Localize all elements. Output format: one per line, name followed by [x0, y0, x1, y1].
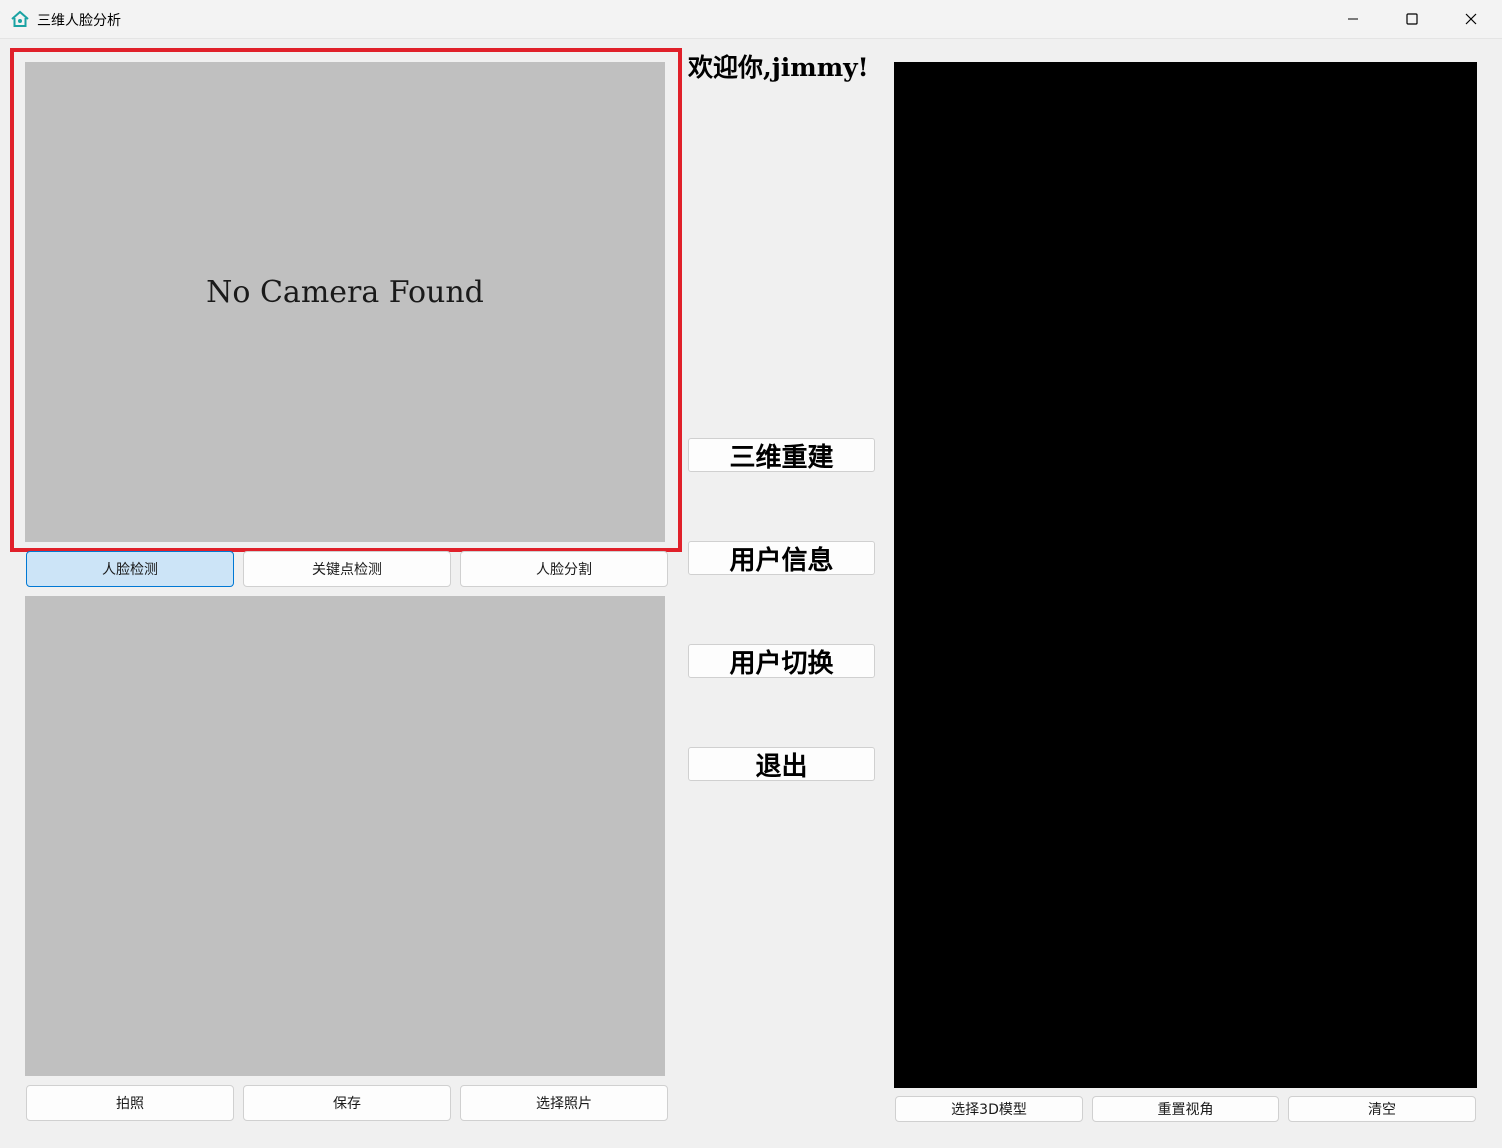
maximize-icon [1406, 10, 1418, 29]
welcome-text: 欢迎你,jimmy! [688, 53, 869, 82]
face-detection-button[interactable]: 人脸检测 [26, 551, 234, 587]
select-3d-model-button[interactable]: 选择3D模型 [895, 1096, 1083, 1122]
user-info-button[interactable]: 用户信息 [688, 541, 875, 576]
camera-status-text: No Camera Found [206, 274, 484, 310]
window-title: 三维人脸分析 [37, 13, 121, 29]
face-segmentation-button[interactable]: 人脸分割 [460, 551, 668, 587]
exit-button[interactable]: 退出 [688, 747, 875, 782]
keypoint-detection-button[interactable]: 关键点检测 [243, 551, 451, 587]
close-button[interactable] [1442, 0, 1500, 38]
save-button[interactable]: 保存 [243, 1085, 451, 1121]
select-photo-button[interactable]: 选择照片 [460, 1085, 668, 1121]
take-photo-button[interactable]: 拍照 [26, 1085, 234, 1121]
home-icon [10, 9, 30, 29]
3d-reconstruction-button[interactable]: 三维重建 [688, 438, 875, 473]
close-icon [1465, 10, 1477, 29]
title-bar: 三维人脸分析 [0, 0, 1502, 39]
maximize-button[interactable] [1383, 0, 1441, 38]
clear-button[interactable]: 清空 [1288, 1096, 1476, 1122]
camera-view: No Camera Found [25, 62, 665, 542]
switch-user-button[interactable]: 用户切换 [688, 644, 875, 679]
3d-model-viewer[interactable] [894, 62, 1477, 1088]
reset-view-button[interactable]: 重置视角 [1092, 1096, 1279, 1122]
minimize-icon [1347, 10, 1359, 29]
minimize-button[interactable] [1324, 0, 1382, 38]
result-image-view [25, 596, 665, 1076]
